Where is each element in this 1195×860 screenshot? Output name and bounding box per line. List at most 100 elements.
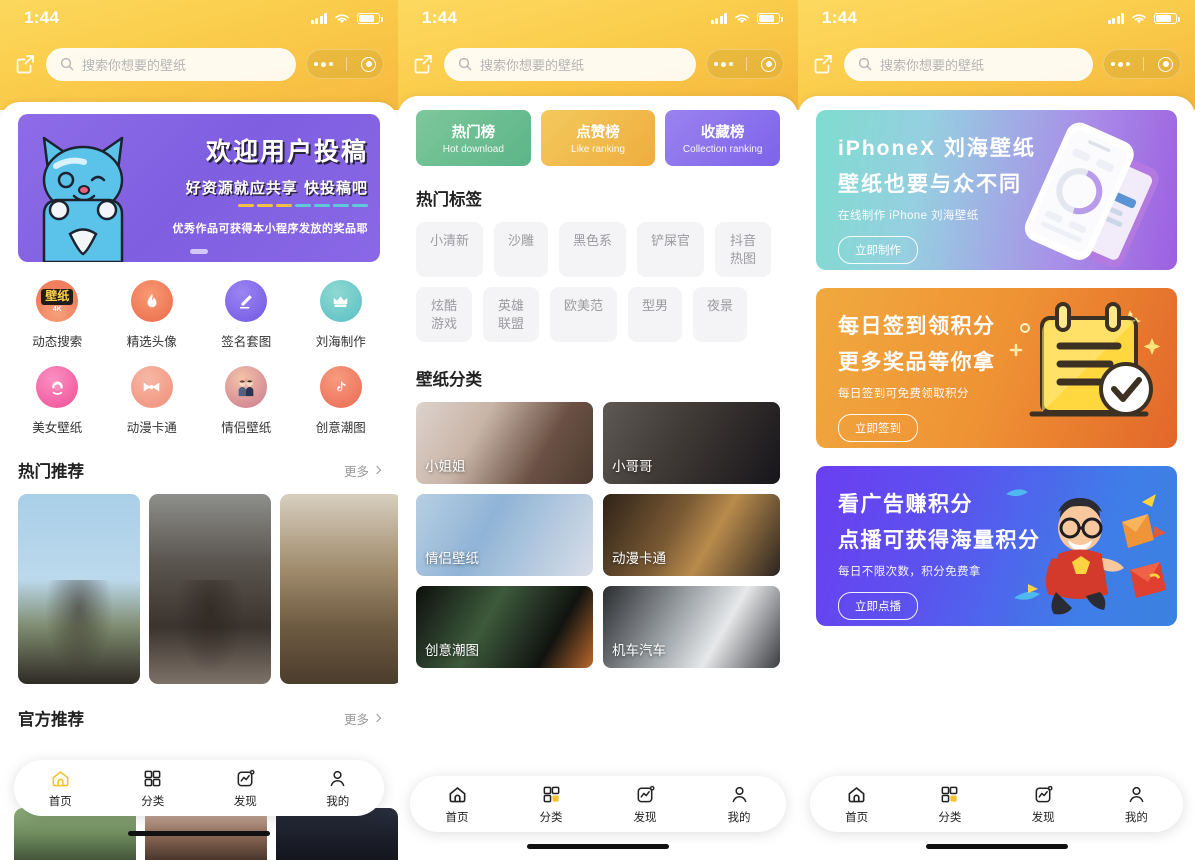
ranking-like[interactable]: 点赞榜 Like ranking: [540, 110, 656, 166]
share-icon[interactable]: [412, 53, 434, 75]
status-clock: 1:44: [24, 8, 60, 27]
quick-entry-label: 创意潮图: [315, 421, 366, 435]
search-icon: [458, 57, 472, 71]
contribution-promo-banner[interactable]: 欢迎用户投稿 好资源就应共享 快投稿吧 优秀作品可获得本小程序发放的奖品耶: [18, 114, 380, 262]
quick-entry-notch-maker[interactable]: 刘海制作: [294, 280, 389, 350]
tag-item[interactable]: 抖音热图: [715, 222, 772, 278]
tag-item[interactable]: 小清新: [416, 222, 484, 278]
home-icon: [447, 784, 468, 805]
tab-home[interactable]: 首页: [14, 768, 107, 809]
tab-label: 首页: [48, 795, 72, 808]
search-placeholder: 搜索你想要的壁纸: [880, 57, 985, 73]
tab-label: 分类: [938, 811, 962, 824]
status-icons: [310, 12, 383, 24]
bottom-tab-bar: 首页 分类 发现 我的: [810, 776, 1183, 832]
person-profile-icon: [327, 768, 348, 789]
quick-entry-couple-wallpaper[interactable]: 情侣壁纸: [199, 366, 294, 436]
quick-entry-beauty-wallpaper[interactable]: 美女壁纸: [10, 366, 105, 436]
miniprogram-capsule[interactable]: [306, 49, 384, 79]
tiktok-note-icon: [319, 366, 362, 408]
status-bar: 1:44: [398, 0, 798, 36]
status-icons: [710, 12, 783, 24]
ranking-hot-download[interactable]: 热门榜 Hot download: [416, 110, 531, 166]
chevron-right-icon: [372, 713, 382, 723]
tab-home[interactable]: 首页: [410, 784, 504, 825]
quick-entry-featured-avatars[interactable]: 精选头像: [105, 280, 200, 350]
tab-profile[interactable]: 我的: [292, 768, 385, 809]
tag-item[interactable]: 型男: [628, 287, 683, 343]
ranking-collection[interactable]: 收藏榜 Collection ranking: [665, 110, 781, 166]
tag-item[interactable]: 英雄联盟: [483, 287, 539, 343]
more-label: 更多: [343, 464, 369, 479]
search-input[interactable]: 搜索你想要的壁纸: [46, 47, 296, 81]
category-card-boy[interactable]: 小哥哥: [603, 402, 780, 485]
tab-discover[interactable]: 发现: [598, 784, 692, 825]
phone-panel-categories: 1:44 搜索你想要的壁纸 热门榜 Hot download 点赞榜 Like …: [398, 0, 798, 860]
tab-home[interactable]: 首页: [810, 784, 903, 825]
ranking-subtitle: Hot download: [442, 144, 504, 155]
tab-categories[interactable]: 分类: [504, 784, 598, 825]
banner-action-button[interactable]: 立即制作: [838, 236, 918, 264]
quick-entry-label: 签名套图: [221, 335, 272, 349]
tag-item[interactable]: 沙雕: [494, 222, 549, 278]
quick-entry-anime-cartoon[interactable]: 动漫卡通: [105, 366, 200, 436]
more-label: 更多: [343, 712, 369, 727]
hot-card-2[interactable]: [149, 494, 271, 684]
more-dots-icon[interactable]: [1110, 61, 1130, 67]
nav-row: 搜索你想要的壁纸: [398, 44, 798, 84]
status-bar: 1:44: [0, 0, 398, 36]
tag-item[interactable]: 夜景: [693, 287, 748, 343]
grid-categories-icon: [939, 784, 960, 805]
quick-entry-creative-images[interactable]: 创意潮图: [294, 366, 389, 436]
hot-recommend-strip[interactable]: [0, 482, 398, 684]
banner-action-button[interactable]: 立即签到: [838, 414, 918, 442]
quick-entry-dynamic-search[interactable]: 壁纸 4K 动态搜索: [10, 280, 105, 350]
wifi-icon: [334, 12, 350, 24]
tag-item[interactable]: 黑色系: [559, 222, 627, 278]
tab-label: 分类: [539, 811, 563, 824]
discover-chart-icon: [635, 784, 656, 805]
miniprogram-capsule[interactable]: [1103, 49, 1181, 79]
hot-card-1[interactable]: [18, 494, 140, 684]
banner-daily-checkin[interactable]: 每日签到领积分 更多奖品等你拿 每日签到可免费领取积分 立即签到: [816, 288, 1177, 448]
target-circle-icon[interactable]: [761, 56, 777, 72]
pencil-edit-icon: [225, 280, 268, 322]
wifi-icon: [734, 12, 750, 24]
quick-entry-signature-set[interactable]: 签名套图: [199, 280, 294, 350]
hot-card-3[interactable]: [280, 494, 398, 684]
tab-categories[interactable]: 分类: [903, 784, 996, 825]
tab-profile[interactable]: 我的: [692, 784, 786, 825]
category-label: 动漫卡通: [612, 551, 666, 567]
category-card-car[interactable]: 机车汽车: [603, 586, 780, 669]
tag-item[interactable]: 炫酷游戏: [416, 287, 472, 343]
status-clock: 1:44: [822, 8, 858, 27]
category-card-couple[interactable]: 情侣壁纸: [416, 494, 593, 577]
banner-watch-ads[interactable]: 看广告赚积分 点播可获得海量积分 每日不限次数，积分免费拿 立即点播: [816, 466, 1177, 626]
tag-item[interactable]: 铲屎官: [637, 222, 705, 278]
miniprogram-capsule[interactable]: [706, 49, 784, 79]
banner-iphonex-notch[interactable]: iPhoneX 刘海壁纸 壁纸也要与众不同 在线制作 iPhone 刘海壁纸 立…: [816, 110, 1177, 270]
search-input[interactable]: 搜索你想要的壁纸: [444, 47, 696, 81]
category-card-girl[interactable]: 小姐姐: [416, 402, 593, 485]
tab-categories[interactable]: 分类: [107, 768, 200, 809]
phone-panel-discover: 1:44 搜索你想要的壁纸 iPhoneX 刘海壁纸 壁纸也要与众不同 在线制作…: [798, 0, 1195, 860]
person-profile-icon: [729, 784, 750, 805]
tab-discover[interactable]: 发现: [997, 784, 1090, 825]
more-dots-icon[interactable]: [713, 61, 733, 67]
more-dots-icon[interactable]: [313, 61, 333, 67]
target-circle-icon[interactable]: [1158, 56, 1174, 72]
capsule-divider: [1143, 57, 1145, 71]
tab-discover[interactable]: 发现: [199, 768, 292, 809]
search-input[interactable]: 搜索你想要的壁纸: [844, 47, 1093, 81]
more-link[interactable]: 更多: [343, 461, 382, 480]
category-card-anime[interactable]: 动漫卡通: [603, 494, 780, 577]
tab-profile[interactable]: 我的: [1090, 784, 1183, 825]
share-icon[interactable]: [812, 53, 834, 75]
tag-item[interactable]: 欧美范: [550, 287, 618, 343]
category-card-creative[interactable]: 创意潮图: [416, 586, 593, 669]
more-link[interactable]: 更多: [343, 709, 382, 728]
banner-action-button[interactable]: 立即点播: [838, 592, 918, 620]
phone-mockup-icon: [1002, 110, 1177, 270]
target-circle-icon[interactable]: [361, 56, 377, 72]
share-icon[interactable]: [14, 53, 36, 75]
